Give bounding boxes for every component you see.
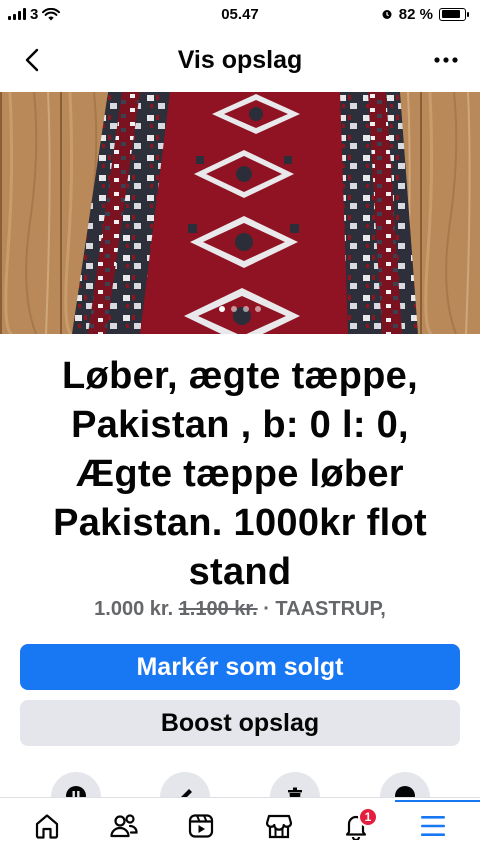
- signal-icon: [8, 8, 26, 20]
- alarm-icon: [382, 10, 392, 19]
- listing-actions: [0, 772, 480, 822]
- back-button[interactable]: [18, 44, 46, 76]
- tab-home[interactable]: [17, 801, 77, 851]
- tab-menu[interactable]: [395, 800, 480, 851]
- status-right: 82 %: [381, 5, 469, 23]
- tab-friends[interactable]: [94, 801, 154, 851]
- tab-video[interactable]: [171, 801, 231, 851]
- tab-notifications[interactable]: 1: [326, 801, 386, 851]
- carousel-dot: [255, 306, 261, 312]
- notifications-badge: 1: [357, 807, 378, 827]
- battery-level: [441, 10, 460, 18]
- bottom-tab-bar: 1: [0, 797, 480, 854]
- status-left: 3: [8, 5, 61, 23]
- tab-marketplace[interactable]: [249, 801, 309, 851]
- carousel-dot: [219, 306, 225, 312]
- video-icon: [189, 814, 214, 838]
- more-options-button[interactable]: [428, 44, 464, 76]
- home-icon: [35, 814, 58, 839]
- carrier-label: 3: [30, 5, 39, 23]
- nav-header: Vis opslag: [0, 28, 480, 92]
- carousel-page-indicator: [0, 306, 480, 312]
- marketplace-icon: [265, 814, 292, 839]
- mark-as-sold-button[interactable]: Markér som solgt: [20, 644, 460, 690]
- battery-percent: 82 %: [398, 5, 433, 23]
- chevron-left-icon: [25, 48, 39, 72]
- battery-icon: [439, 7, 469, 21]
- location: · TAASTRUP,: [263, 598, 386, 620]
- more-horizontal-icon: [434, 57, 458, 63]
- original-price: 1.100 kr.: [178, 598, 258, 620]
- listing-photo-carousel[interactable]: [0, 92, 480, 334]
- wifi-icon: [42, 7, 61, 20]
- menu-icon: [421, 816, 446, 836]
- friends-icon: [110, 814, 138, 838]
- price-line: 1.000 kr. 1.100 kr. · TAASTRUP,: [0, 598, 480, 621]
- rug-photo: [0, 92, 480, 334]
- carousel-dot: [231, 306, 237, 312]
- price: 1.000 kr.: [94, 598, 174, 620]
- page-title: Vis opslag: [177, 45, 303, 74]
- status-bar: 3 05.47 82 %: [0, 0, 480, 28]
- boost-listing-button[interactable]: Boost opslag: [20, 700, 460, 746]
- listing-title: Løber, ægte tæppe, Pakistan , b: 0 l: 0,…: [53, 355, 427, 593]
- carousel-dot: [243, 306, 249, 312]
